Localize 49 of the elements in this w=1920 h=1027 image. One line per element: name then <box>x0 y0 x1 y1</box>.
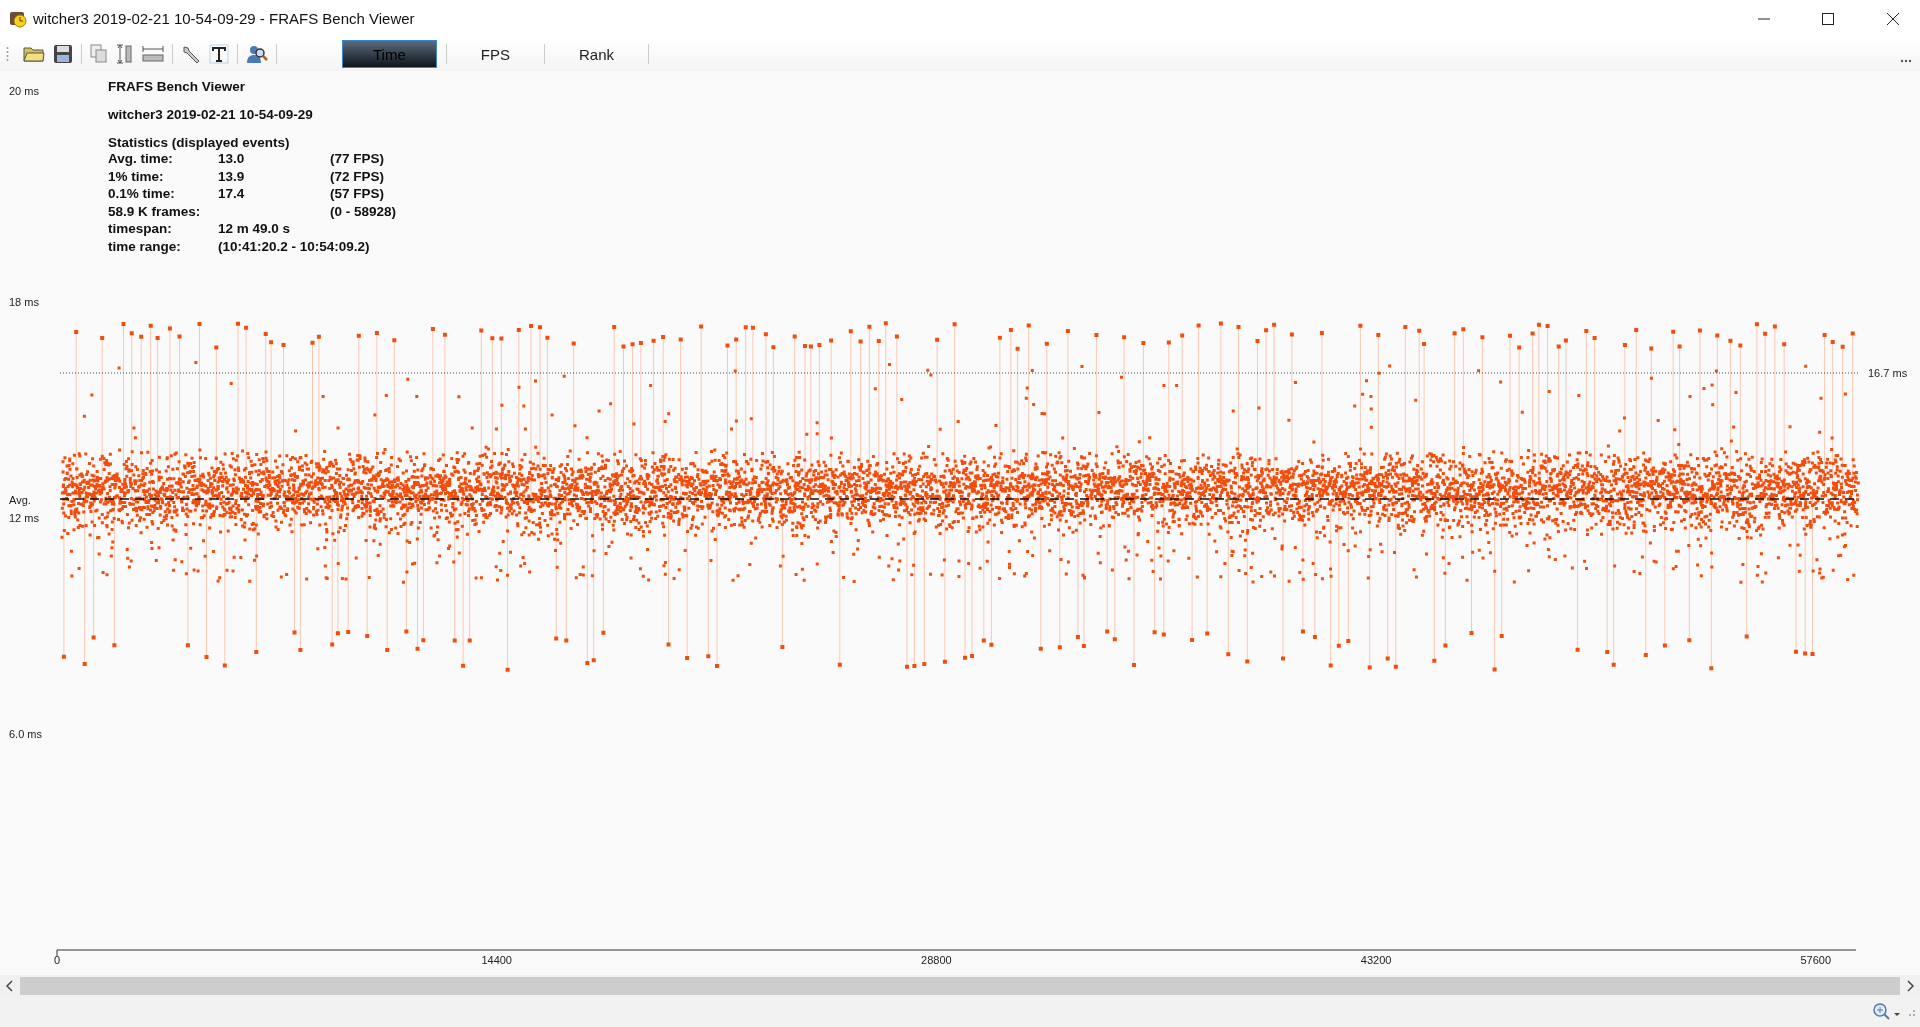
wrench-icon[interactable] <box>181 44 201 64</box>
scroll-right-icon[interactable] <box>1906 980 1914 992</box>
chart-heading: FRAFS Bench Viewer <box>108 79 247 94</box>
stat-label: 0.1% time: <box>108 185 176 203</box>
stat-label: time range: <box>108 237 182 256</box>
toolbar-grip-icon <box>6 46 9 62</box>
stat-value: (10:41:20.2 - 10:54:09.2) <box>218 237 371 256</box>
x-axis-label: 14400 <box>481 954 512 966</box>
close-icon[interactable] <box>1886 11 1900 26</box>
text-icon[interactable] <box>209 44 229 64</box>
file-name: witcher3 2019-02-21 10-54-09-29 <box>108 107 314 122</box>
maximize-icon[interactable] <box>1822 12 1834 25</box>
stat-value: 13.9 <box>218 167 246 186</box>
window-title: witcher3 2019-02-21 10-54-09-29 - FRAFS Bench Viewer <box>33 10 415 27</box>
scrollbar-thumb[interactable] <box>20 977 1900 995</box>
scroll-left-icon[interactable] <box>6 980 14 992</box>
y-axis-label: 18 ms <box>9 296 39 308</box>
stat-value: 12 m 49.0 s <box>218 220 292 238</box>
stat-extra: (0 - 58928) <box>330 202 397 221</box>
statistics-title: Statistics (displayed events) <box>108 135 291 150</box>
y-axis-label: 20 ms <box>9 85 39 97</box>
app-icon <box>9 9 27 28</box>
resize-grip-icon[interactable] <box>1906 1007 1916 1017</box>
x-axis-label: 28800 <box>921 954 952 966</box>
view-tab[interactable]: FPS <box>455 40 535 68</box>
more-icon[interactable] <box>1900 59 1912 63</box>
stat-extra: (72 FPS) <box>330 167 385 186</box>
vertical-ruler-icon[interactable] <box>116 44 134 64</box>
y-axis-label: Avg. <box>9 494 31 506</box>
x-axis-label: 43200 <box>1360 954 1392 966</box>
user-search-icon[interactable] <box>246 43 268 65</box>
y-axis-label: 6.0 ms <box>9 728 42 740</box>
stat-value: 17.4 <box>218 185 246 203</box>
stat-label: timespan: <box>108 220 173 238</box>
zoom-icon[interactable] <box>1872 1002 1902 1022</box>
x-axis-label: 0 <box>53 954 61 966</box>
stat-value: 13.0 <box>218 150 246 168</box>
stat-label: Avg. time: <box>108 150 174 168</box>
x-axis-label: 57600 <box>1800 954 1832 966</box>
y-axis-label: 12 ms <box>9 512 39 524</box>
horizontal-ruler-icon[interactable] <box>142 45 164 63</box>
save-icon[interactable] <box>53 44 73 64</box>
reference-label: 16.7 ms <box>1868 367 1908 379</box>
stat-extra: (57 FPS) <box>330 185 385 203</box>
stat-label: 1% time: <box>108 167 165 186</box>
view-tab[interactable]: Rank <box>553 40 639 68</box>
stat-label: 58.9 K frames: <box>108 202 202 221</box>
stat-extra: (77 FPS) <box>330 150 385 168</box>
folder-icon[interactable] <box>23 45 45 63</box>
